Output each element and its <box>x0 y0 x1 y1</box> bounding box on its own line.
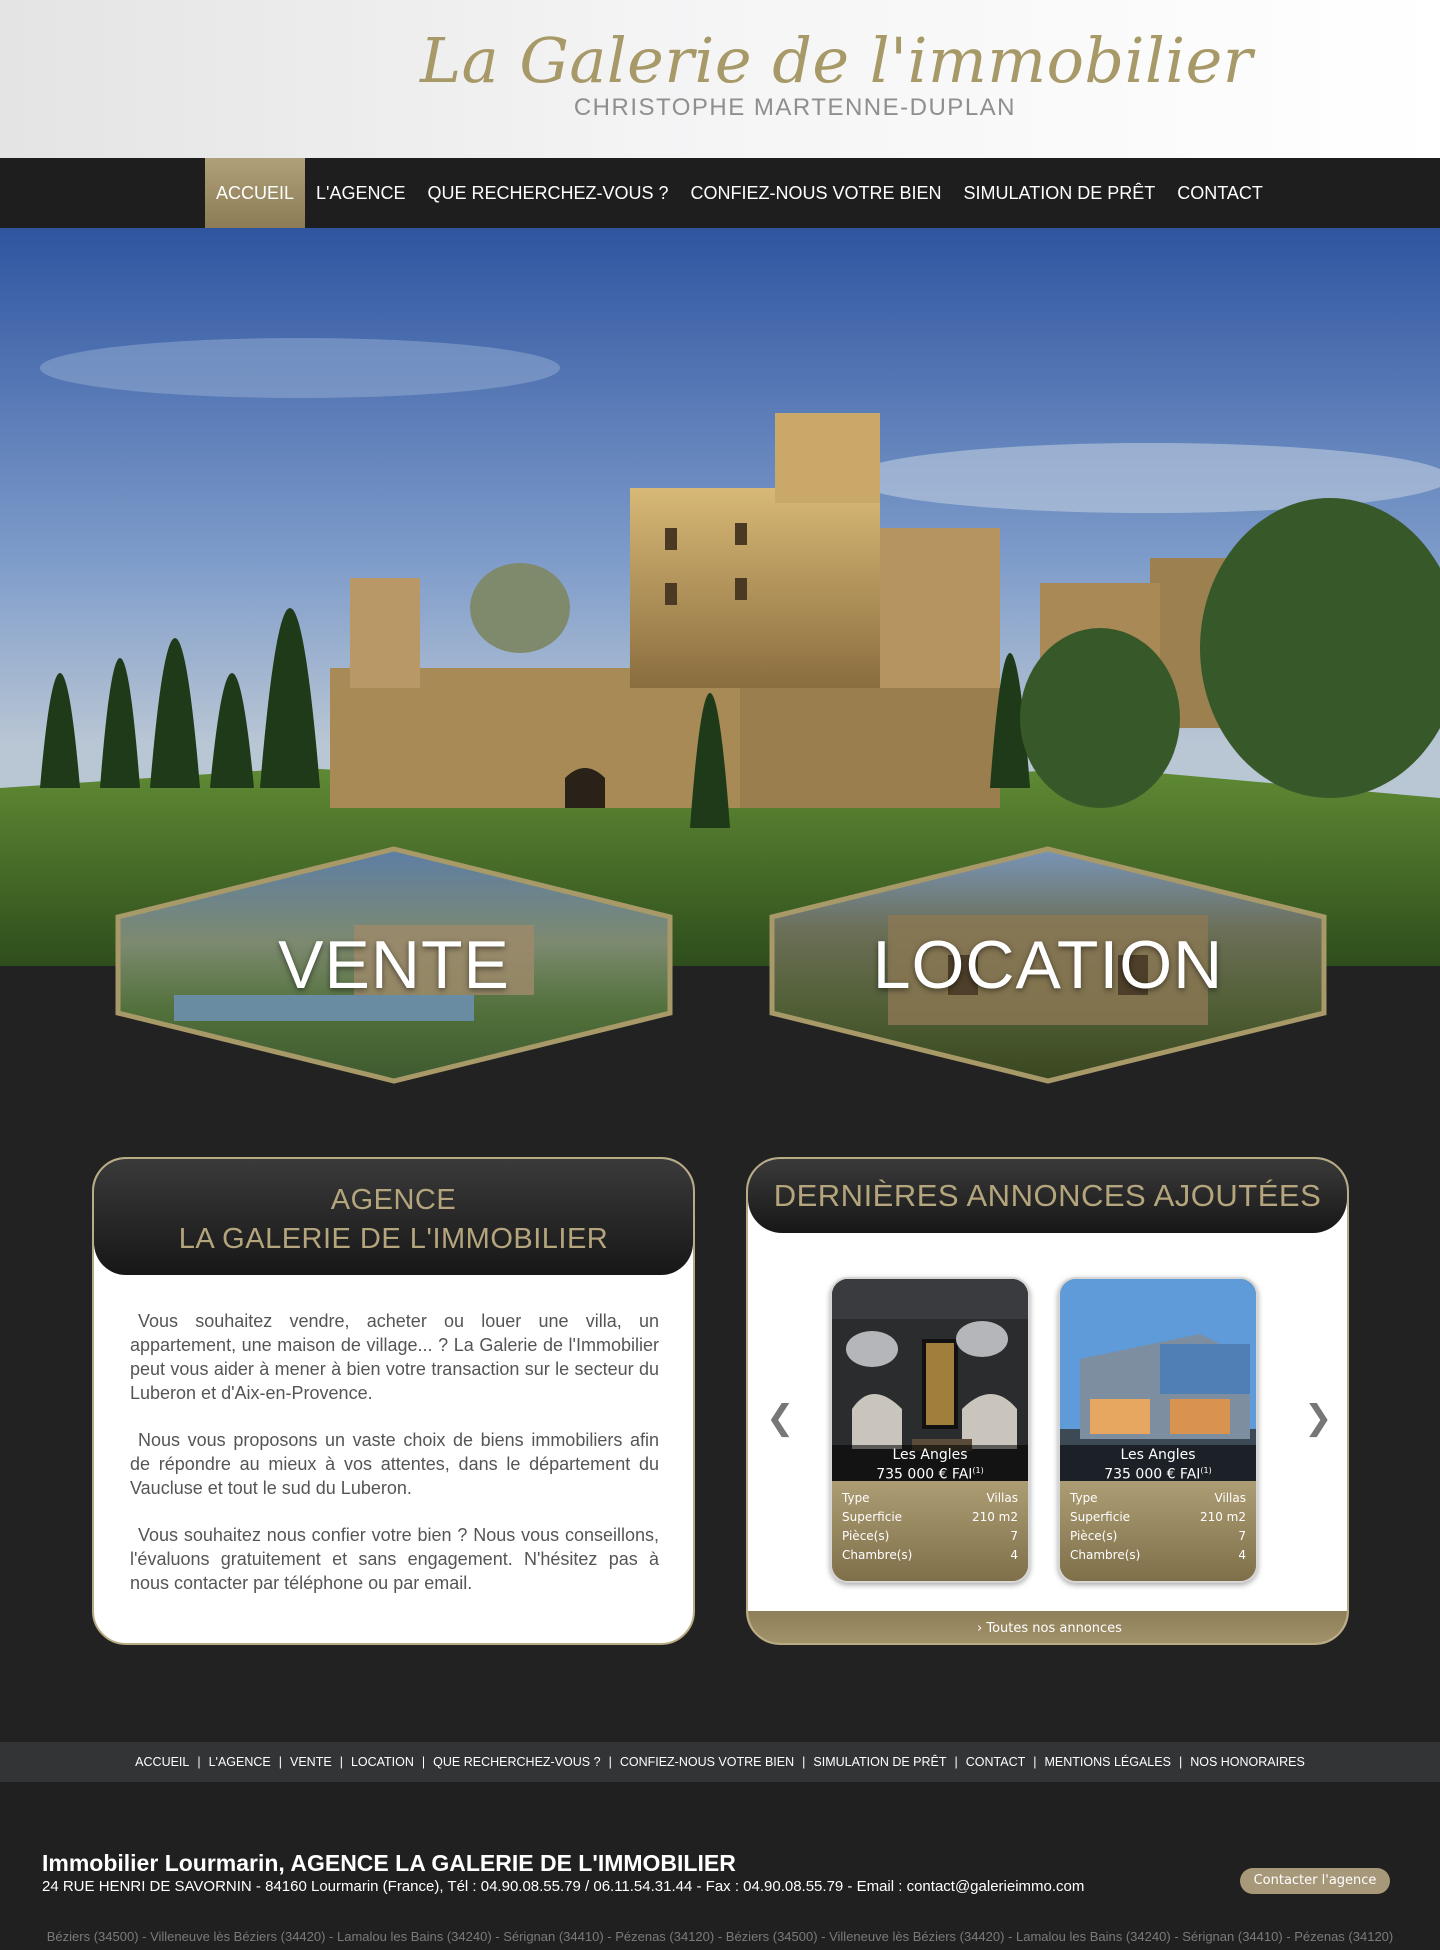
vente-label: VENTE <box>278 927 510 1003</box>
listing-card[interactable]: Les Angles 735 000 € FAI(1) Type Villas S… <box>830 1277 1030 1583</box>
spec-label: Chambre(s) <box>1070 1548 1141 1562</box>
spec-value: 7 <box>1238 1529 1246 1543</box>
footer-link-accueil[interactable]: ACCUEIL <box>135 1755 189 1769</box>
agence-paragraph-2: Nous vous proposons un vaste choix de bi… <box>130 1430 659 1498</box>
agence-panel-header: AGENCE LA GALERIE DE L'IMMOBILIER <box>94 1159 693 1275</box>
listing-card[interactable]: Les Angles 735 000 € FAI(1) Type Villas S… <box>1058 1277 1258 1583</box>
vente-link[interactable]: VENTE <box>114 845 674 1085</box>
contact-agency-button[interactable]: Contacter l'agence <box>1240 1868 1390 1894</box>
footer-link-vente[interactable]: VENTE <box>290 1755 332 1769</box>
footer-link-confiez[interactable]: CONFIEZ-NOUS VOTRE BIEN <box>620 1755 794 1769</box>
annonces-panel-title: DERNIÈRES ANNONCES AJOUTÉES <box>748 1159 1347 1233</box>
listing-price-note: (1) <box>972 1466 984 1475</box>
listing-caption: Les Angles 735 000 € FAI(1) <box>832 1445 1028 1483</box>
spec-row-type: Type Villas <box>842 1489 1018 1508</box>
listing-price-line: 735 000 € FAI(1) <box>1060 1463 1256 1483</box>
listings-carousel: ❮ Les Angles 735 000 € FAI(1) Type Villas… <box>748 1233 1347 1609</box>
spec-row-pieces: Pièce(s) 7 <box>1070 1527 1246 1546</box>
footer-separator: | <box>802 1755 806 1769</box>
agence-title-line1: AGENCE <box>330 1184 457 1216</box>
listing-city: Les Angles <box>892 1447 968 1463</box>
footer-city-list: Béziers (34500) - Villeneuve lès Béziers… <box>46 1929 1394 1944</box>
spec-value: 4 <box>1238 1548 1246 1562</box>
nav-item-recherche[interactable]: QUE RECHERCHEZ-VOUS ? <box>417 158 680 228</box>
spec-value: Villas <box>986 1491 1018 1505</box>
all-listings-label: Toutes nos annonces <box>986 1621 1122 1636</box>
spec-row-chambres: Chambre(s) 4 <box>842 1546 1018 1565</box>
spec-value: 7 <box>1010 1529 1018 1543</box>
spec-label: Chambre(s) <box>842 1548 913 1562</box>
spec-value: 4 <box>1010 1548 1018 1562</box>
spec-label: Pièce(s) <box>842 1529 890 1543</box>
chevron-right-small-icon: › <box>977 1621 983 1636</box>
footer-link-location[interactable]: LOCATION <box>351 1755 414 1769</box>
footer-link-mentions[interactable]: MENTIONS LÉGALES <box>1045 1755 1171 1769</box>
spec-value: 210 m2 <box>1199 1510 1246 1524</box>
chevron-right-icon[interactable]: ❯ <box>1304 1398 1333 1438</box>
nav-item-contact[interactable]: CONTACT <box>1166 158 1274 228</box>
spec-row-superficie: Superficie 210 m2 <box>842 1508 1018 1527</box>
spec-label: Superficie <box>1070 1510 1131 1524</box>
nav-item-simulation[interactable]: SIMULATION DE PRÊT <box>953 158 1167 228</box>
footer-separator: | <box>1178 1755 1183 1769</box>
logo-script-text: La Galerie de l'immobilier <box>420 24 1253 97</box>
spec-row-pieces: Pièce(s) 7 <box>842 1527 1018 1546</box>
agence-title-line2: LA GALERIE DE L'IMMOBILIER <box>178 1223 609 1255</box>
footer-separator: | <box>954 1755 958 1769</box>
footer-link-recherche[interactable]: QUE RECHERCHEZ-VOUS ? <box>433 1755 600 1769</box>
nav-item-agence[interactable]: L'AGENCE <box>305 158 416 228</box>
footer-link-contact[interactable]: CONTACT <box>966 1755 1026 1769</box>
agence-paragraph-3: Vous souhaitez nous confier votre bien ?… <box>130 1525 659 1593</box>
main-nav: ACCUEIL L'AGENCE QUE RECHERCHEZ-VOUS ? C… <box>0 158 1440 228</box>
spec-label: Type <box>1070 1491 1098 1505</box>
spec-label: Superficie <box>842 1510 903 1524</box>
footer-separator: | <box>1033 1755 1037 1769</box>
footer-link-agence[interactable]: L'AGENCE <box>209 1755 271 1769</box>
nav-item-confiez[interactable]: CONFIEZ-NOUS VOTRE BIEN <box>680 158 953 228</box>
agence-paragraph-1: Vous souhaitez vendre, acheter ou louer … <box>130 1311 659 1403</box>
location-label: LOCATION <box>872 927 1224 1003</box>
agence-description: Vous souhaitez vendre, acheter ou louer … <box>94 1275 693 1595</box>
agence-panel: AGENCE LA GALERIE DE L'IMMOBILIER Vous s… <box>92 1157 695 1645</box>
spec-value: Villas <box>1214 1491 1246 1505</box>
footer-separator: | <box>421 1755 426 1769</box>
listing-city: Les Angles <box>1120 1447 1196 1463</box>
spec-label: Type <box>842 1491 870 1505</box>
all-listings-link[interactable]: › Toutes nos annonces <box>748 1611 1347 1643</box>
footer-agency-title: Immobilier Lourmarin, AGENCE LA GALERIE … <box>42 1850 736 1876</box>
footer-separator: | <box>339 1755 343 1769</box>
footer-info: Immobilier Lourmarin, AGENCE LA GALERIE … <box>0 1782 1440 1950</box>
listing-price-line: 735 000 € FAI(1) <box>832 1463 1028 1483</box>
site-logo[interactable]: La Galerie de l'immobilier CHRISTOPHE MA… <box>420 22 1253 132</box>
footer-separator: | <box>278 1755 282 1769</box>
listing-specs: Type Villas Superficie 210 m2 Pièce(s) 7 Ch… <box>1060 1481 1256 1581</box>
nav-item-accueil[interactable]: ACCUEIL <box>205 158 306 228</box>
footer-nav: ACCUEIL | L'AGENCE | VENTE | LOCATION | QUE RECH… <box>0 1742 1440 1782</box>
listing-price-note: (1) <box>1200 1466 1212 1475</box>
site-header: La Galerie de l'immobilier CHRISTOPHE MA… <box>0 0 1440 158</box>
annonces-panel: DERNIÈRES ANNONCES AJOUTÉES ❮ Les Angles… <box>746 1157 1349 1645</box>
spec-value: 210 m2 <box>971 1510 1018 1524</box>
footer-link-honoraires[interactable]: NOS HONORAIRES <box>1190 1755 1305 1769</box>
footer-separator: | <box>197 1755 201 1769</box>
spec-row-chambres: Chambre(s) 4 <box>1070 1546 1246 1565</box>
chevron-left-icon[interactable]: ❮ <box>766 1398 795 1438</box>
spec-label: Pièce(s) <box>1070 1529 1118 1543</box>
footer-separator: | <box>608 1755 612 1769</box>
listing-caption: Les Angles 735 000 € FAI(1) <box>1060 1445 1256 1483</box>
spec-row-superficie: Superficie 210 m2 <box>1070 1508 1246 1527</box>
footer-address: 24 RUE HENRI DE SAVORNIN - 84160 Lourmar… <box>42 1878 1085 1895</box>
listing-specs: Type Villas Superficie 210 m2 Pièce(s) 7 Ch… <box>832 1481 1028 1581</box>
location-link[interactable]: LOCATION <box>768 845 1328 1085</box>
spec-row-type: Type Villas <box>1070 1489 1246 1508</box>
footer-link-simulation[interactable]: SIMULATION DE PRÊT <box>813 1755 946 1769</box>
